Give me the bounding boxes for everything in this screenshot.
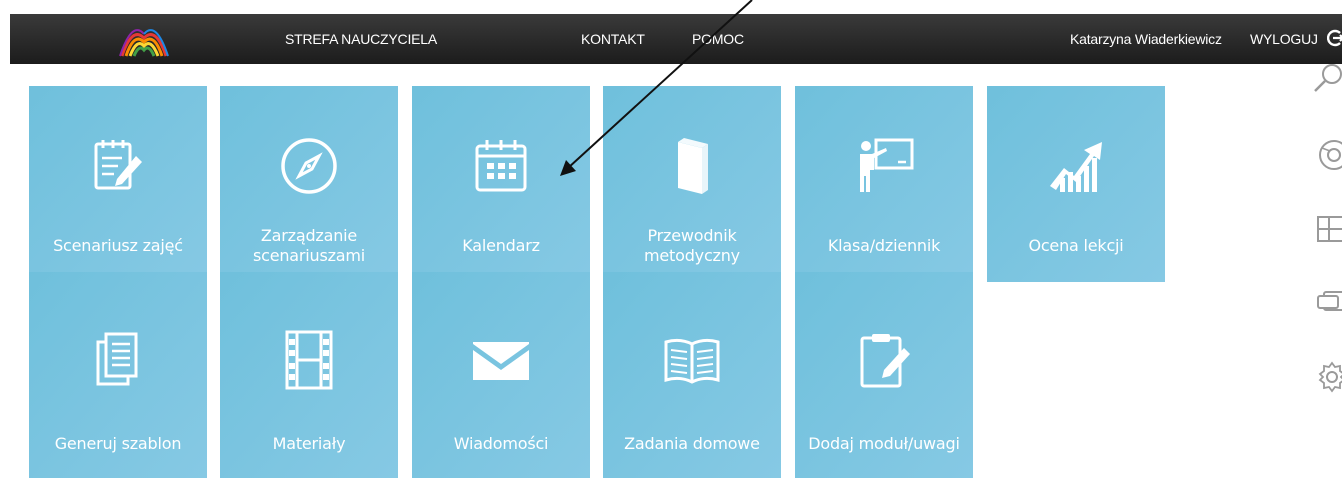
tile-zadania-domowe[interactable]: Zadania domowe: [603, 272, 781, 478]
tile-przewodnik-metodyczny[interactable]: Przewodnik metodyczny: [603, 86, 781, 282]
tile-label: Wiadomości: [453, 434, 549, 453]
windows-icon[interactable]: [1312, 211, 1342, 245]
settings-icon[interactable]: [1312, 360, 1342, 394]
tile-label: Zarządzanie scenariuszami: [252, 226, 366, 265]
growth-chart-icon: [1050, 142, 1102, 192]
tile-dodaj-modul-uwagi[interactable]: Dodaj moduł/uwagi: [795, 272, 973, 478]
nav-pomoc[interactable]: POMOC: [692, 31, 744, 47]
tile-label: Klasa/dziennik: [827, 236, 941, 255]
user-name[interactable]: Katarzyna Wiaderkiewicz: [1070, 31, 1222, 47]
tile-label: Kalendarz: [462, 236, 540, 255]
tile-label: Scenariusz zajęć: [53, 236, 183, 255]
tile-label: Zadania domowe: [624, 434, 760, 453]
documents-icon: [96, 332, 138, 386]
compass-icon: [281, 138, 337, 194]
tile-scenariusz-zajec[interactable]: Scenariusz zajęć: [29, 86, 207, 282]
tile-materialy[interactable]: Materiały: [220, 272, 398, 478]
open-book-icon: [664, 338, 720, 384]
film-icon: [285, 330, 333, 390]
teacher-board-icon: [860, 138, 914, 192]
tile-label: Ocena lekcji: [1028, 236, 1124, 255]
rainbow-arches-logo[interactable]: [118, 20, 170, 60]
chrome-icon[interactable]: [1312, 138, 1342, 172]
tile-klasa-dziennik[interactable]: Klasa/dziennik: [795, 86, 973, 282]
top-navigation-bar: STREFA NAUCZYCIELA KONTAKT POMOC Katarzy…: [10, 14, 1342, 64]
tile-ocena-lekcji[interactable]: Ocena lekcji: [987, 86, 1165, 282]
book-icon: [678, 138, 708, 194]
nav-kontakt[interactable]: KONTAKT: [581, 31, 645, 47]
calendar-icon: [475, 140, 527, 192]
logout-link[interactable]: WYLOGUJ: [1250, 31, 1318, 47]
search-icon[interactable]: [1312, 62, 1342, 96]
tile-label: Generuj szablon: [54, 434, 182, 453]
tile-generuj-szablon[interactable]: Generuj szablon: [29, 272, 207, 478]
edit-document-icon: [94, 140, 142, 190]
nav-strefa-nauczyciela[interactable]: STREFA NAUCZYCIELA: [285, 31, 437, 47]
clipboard-edit-icon: [860, 334, 910, 388]
tile-kalendarz[interactable]: Kalendarz: [412, 86, 590, 282]
envelope-icon: [473, 342, 529, 380]
tile-label: Materiały: [272, 434, 346, 453]
tile-label: Dodaj moduł/uwagi: [808, 434, 960, 453]
task-view-icon[interactable]: [1312, 284, 1342, 318]
logout-icon[interactable]: [1327, 29, 1342, 47]
tile-wiadomosci[interactable]: Wiadomości: [412, 272, 590, 478]
tile-zarzadzanie-scenariuszami[interactable]: Zarządzanie scenariuszami: [220, 86, 398, 282]
tile-label: Przewodnik metodyczny: [644, 226, 740, 265]
